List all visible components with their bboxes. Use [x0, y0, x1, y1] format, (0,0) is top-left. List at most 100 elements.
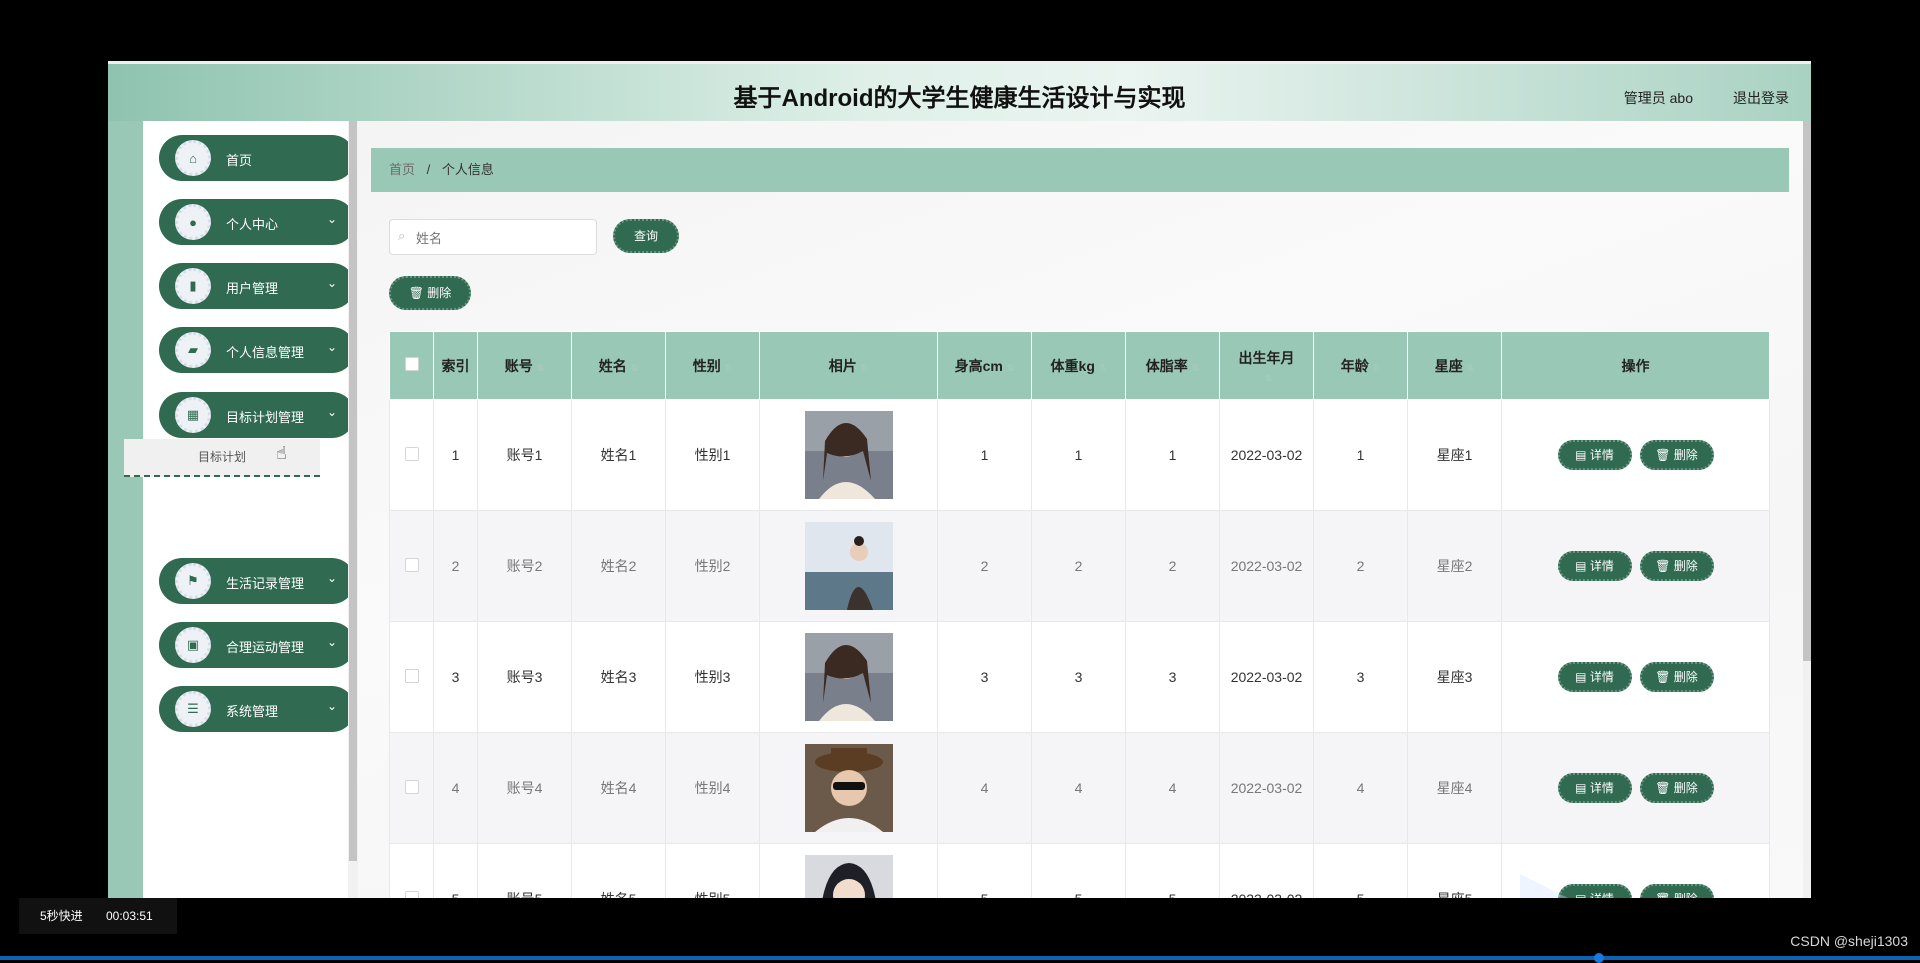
col-header-photo[interactable]: 相片 ⇅ [759, 331, 938, 400]
cell-account: 账号3 [477, 621, 572, 733]
cell-bodyfat: 3 [1125, 621, 1220, 733]
sidebar-item-label: 目标计划管理 [226, 410, 305, 425]
document-icon: ▤ [1575, 670, 1590, 684]
cell-age: 1 [1313, 399, 1408, 511]
cell-birth: 2022-03-02 [1219, 843, 1314, 898]
cell-age: 5 [1313, 843, 1408, 898]
delete-label: 删除 [1673, 448, 1698, 462]
left-decor-strip [108, 121, 143, 898]
progress-knob[interactable] [1594, 953, 1604, 963]
cell-height: 1 [937, 399, 1032, 511]
user-icon: ● [175, 204, 211, 240]
row-select-cell[interactable] [389, 510, 434, 622]
col-header-gender[interactable]: 性别 ⇅ [665, 331, 760, 400]
cell-photo [759, 510, 938, 622]
fast-forward-button[interactable]: 5秒快进 [40, 898, 83, 934]
delete-button[interactable]: 🗑 删除 [1639, 884, 1714, 898]
delete-button[interactable]: 🗑 删除 [1639, 440, 1714, 470]
sidebar-item-home[interactable]: ⌂ 首页 [159, 135, 355, 181]
cell-zodiac: 星座1 [1407, 399, 1502, 511]
sidebar-item-personal-info[interactable]: ▰ 个人信息管理 ⌄ [159, 327, 355, 373]
row-select-cell[interactable] [389, 732, 434, 844]
sidebar-item-system[interactable]: ☰ 系统管理 ⌄ [159, 686, 355, 732]
detail-button[interactable]: ▤ 详情 [1557, 440, 1632, 470]
mouse-cursor-icon: ☝ [276, 443, 287, 463]
trash-icon: 🗑 [1655, 892, 1674, 898]
sort-icon[interactable]: ⇅ [1099, 363, 1107, 373]
sort-icon[interactable]: ⇅ [631, 363, 639, 373]
sort-icon[interactable]: ⇅ [725, 363, 733, 373]
person-photo[interactable] [804, 411, 893, 499]
csdn-credit: CSDN @sheji1303 [1790, 933, 1908, 949]
cell-name: 姓名5 [571, 843, 666, 898]
delete-button[interactable]: 🗑 删除 [1639, 662, 1714, 692]
sort-icon[interactable]: ⇅ [1373, 363, 1381, 373]
row-checkbox[interactable] [404, 668, 419, 683]
sidebar-item-exercise[interactable]: ▣ 合理运动管理 ⌄ [159, 622, 355, 668]
sort-icon[interactable]: ⇅ [1467, 363, 1475, 373]
delete-label: 删除 [1674, 892, 1698, 898]
detail-button[interactable]: ▤ 详情 [1557, 551, 1632, 581]
cell-name: 姓名2 [571, 510, 666, 622]
logout-link[interactable]: 退出登录 [1733, 88, 1789, 108]
chevron-down-icon: ⌄ [326, 635, 337, 649]
col-header-name[interactable]: 姓名 ⇅ [571, 331, 666, 400]
col-header-birth[interactable]: 出生年月 ⇅ [1219, 331, 1314, 400]
sidebar-item-personal-center[interactable]: ● 个人中心 ⌄ [159, 199, 355, 245]
delete-button[interactable]: 🗑 删除 [1639, 551, 1714, 581]
sort-icon[interactable]: ⇅ [861, 363, 869, 373]
delete-button[interactable]: 🗑 删除 [1639, 773, 1714, 803]
sidebar-item-user-management[interactable]: ▮ 用户管理 ⌄ [159, 263, 355, 309]
sort-icon[interactable]: ⇅ [1192, 363, 1200, 373]
breadcrumb-home[interactable]: 首页 [389, 162, 415, 177]
col-header-height[interactable]: 身高cm ⇅ [937, 331, 1032, 400]
detail-label: 详情 [1589, 670, 1614, 684]
sort-icon[interactable]: ⇅ [1265, 373, 1273, 383]
cell-actions: ▤ 详情🗑 删除 [1501, 621, 1770, 733]
person-photo[interactable] [804, 633, 893, 721]
video-progress-bar[interactable] [0, 956, 1920, 960]
main-scrollbar-thumb[interactable] [1803, 121, 1811, 661]
sidebar-item-life-record[interactable]: ⚑ 生活记录管理 ⌄ [159, 558, 355, 604]
cell-weight: 1 [1031, 399, 1126, 511]
breadcrumb: 首页 / 个人信息 [371, 148, 1789, 192]
cell-photo [759, 732, 938, 844]
submenu-item-goal-plan[interactable]: 目标计划 [124, 439, 320, 477]
select-all-checkbox[interactable] [404, 357, 419, 371]
cell-account: 账号4 [477, 732, 572, 844]
col-header-weight[interactable]: 体重kg ⇅ [1031, 331, 1126, 400]
col-header-account[interactable]: 账号 ⇅ [477, 331, 572, 400]
row-checkbox[interactable] [404, 557, 419, 572]
col-header-age[interactable]: 年龄 ⇅ [1313, 331, 1408, 400]
detail-button[interactable]: ▤ 详情 [1557, 662, 1632, 692]
search-input[interactable] [414, 228, 588, 248]
sidebar-item-goal-plan[interactable]: ▦ 目标计划管理 ⌄ [159, 392, 355, 438]
row-select-cell[interactable] [389, 399, 434, 511]
document-icon: ▤ [1575, 559, 1590, 573]
col-header-bodyfat[interactable]: 体脂率 ⇅ [1125, 331, 1220, 400]
data-table: 索引 账号 ⇅ 姓名 ⇅ 性别 ⇅ 相片 ⇅ 身高cm ⇅ 体重kg ⇅ 体脂率 ⇅ 出生年月… [389, 331, 1770, 898]
col-header-zodiac[interactable]: 星座 ⇅ [1407, 331, 1502, 400]
player-controls: 5秒快进 00:03:51 [19, 898, 177, 934]
batch-delete-button[interactable]: 🗑 删除 [389, 276, 471, 310]
sort-icon[interactable]: ⇅ [1007, 363, 1015, 373]
row-select-cell[interactable] [389, 843, 434, 898]
row-checkbox[interactable] [404, 446, 419, 461]
person-photo[interactable] [804, 744, 893, 832]
row-checkbox[interactable] [404, 779, 419, 794]
query-button[interactable]: 查询 [613, 219, 679, 253]
cell-gender: 性别3 [665, 621, 760, 733]
cell-birth: 2022-03-02 [1219, 621, 1314, 733]
select-all-cell[interactable] [389, 331, 434, 400]
person-photo[interactable] [804, 855, 893, 898]
playback-time: 00:03:51 [106, 909, 153, 923]
detail-button[interactable]: ▤ 详情 [1557, 773, 1632, 803]
person-photo[interactable] [804, 522, 893, 610]
row-select-cell[interactable] [389, 621, 434, 733]
sort-icon[interactable]: ⇅ [537, 363, 545, 373]
sidebar-scrollbar-thumb[interactable] [349, 121, 357, 861]
cell-name: 姓名1 [571, 399, 666, 511]
row-checkbox[interactable] [404, 890, 419, 898]
trash-icon: 🗑 [1655, 448, 1674, 462]
chevron-down-icon: ⌄ [326, 212, 337, 226]
